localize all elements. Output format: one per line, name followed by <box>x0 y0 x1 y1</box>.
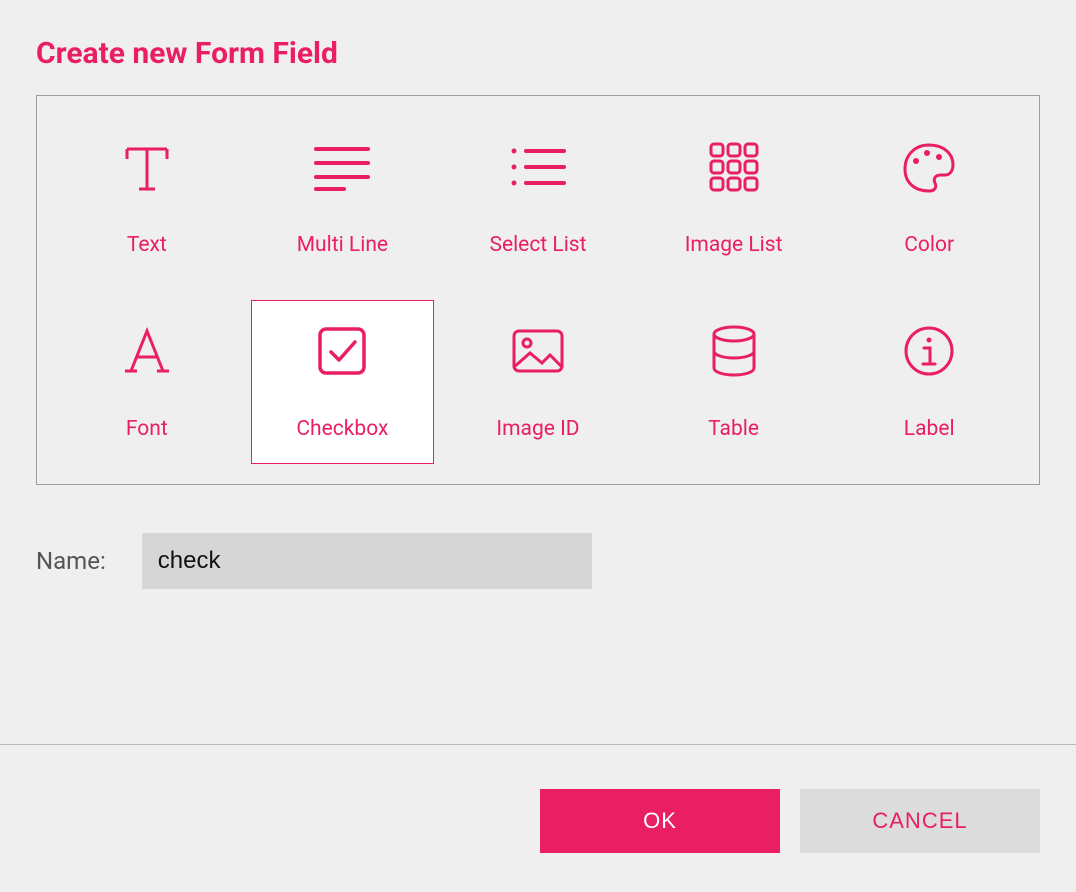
color-icon <box>901 137 957 197</box>
option-color[interactable]: Color <box>837 116 1021 280</box>
option-label: Text <box>127 233 167 257</box>
font-icon <box>119 321 175 381</box>
option-text[interactable]: Text <box>55 116 239 280</box>
ok-button[interactable]: OK <box>540 789 780 853</box>
option-label: Image ID <box>496 417 579 441</box>
checkbox-icon <box>315 321 369 381</box>
image-id-icon <box>510 321 566 381</box>
option-label: Table <box>708 417 759 441</box>
dialog-title: Create new Form Field <box>36 36 1040 71</box>
select-list-icon <box>508 137 568 197</box>
option-font[interactable]: Font <box>55 300 239 464</box>
image-list-icon <box>708 137 760 197</box>
option-label: Select List <box>489 233 586 257</box>
option-label: Font <box>126 417 168 441</box>
option-table[interactable]: Table <box>642 300 826 464</box>
option-label: Image List <box>685 233 783 257</box>
option-label: Color <box>904 233 954 257</box>
name-input[interactable] <box>142 533 592 589</box>
option-label: Multi Line <box>297 233 388 257</box>
text-icon <box>119 137 175 197</box>
option-multiline[interactable]: Multi Line <box>251 116 435 280</box>
multiline-icon <box>312 137 372 197</box>
info-icon <box>902 321 956 381</box>
name-label: Name: <box>36 547 106 575</box>
option-imagelist[interactable]: Image List <box>642 116 826 280</box>
cancel-button[interactable]: CANCEL <box>800 789 1040 853</box>
name-row: Name: <box>36 533 1040 589</box>
table-icon <box>709 321 759 381</box>
create-form-field-dialog: Create new Form Field Text Multi Line <box>0 0 1076 589</box>
option-imageid[interactable]: Image ID <box>446 300 630 464</box>
option-checkbox[interactable]: Checkbox <box>251 300 435 464</box>
field-type-grid: Text Multi Line <box>36 95 1040 485</box>
option-label: Label <box>904 417 955 441</box>
option-selectlist[interactable]: Select List <box>446 116 630 280</box>
option-label-type[interactable]: Label <box>837 300 1021 464</box>
option-label: Checkbox <box>296 417 388 441</box>
dialog-footer: OK CANCEL <box>0 744 1076 853</box>
